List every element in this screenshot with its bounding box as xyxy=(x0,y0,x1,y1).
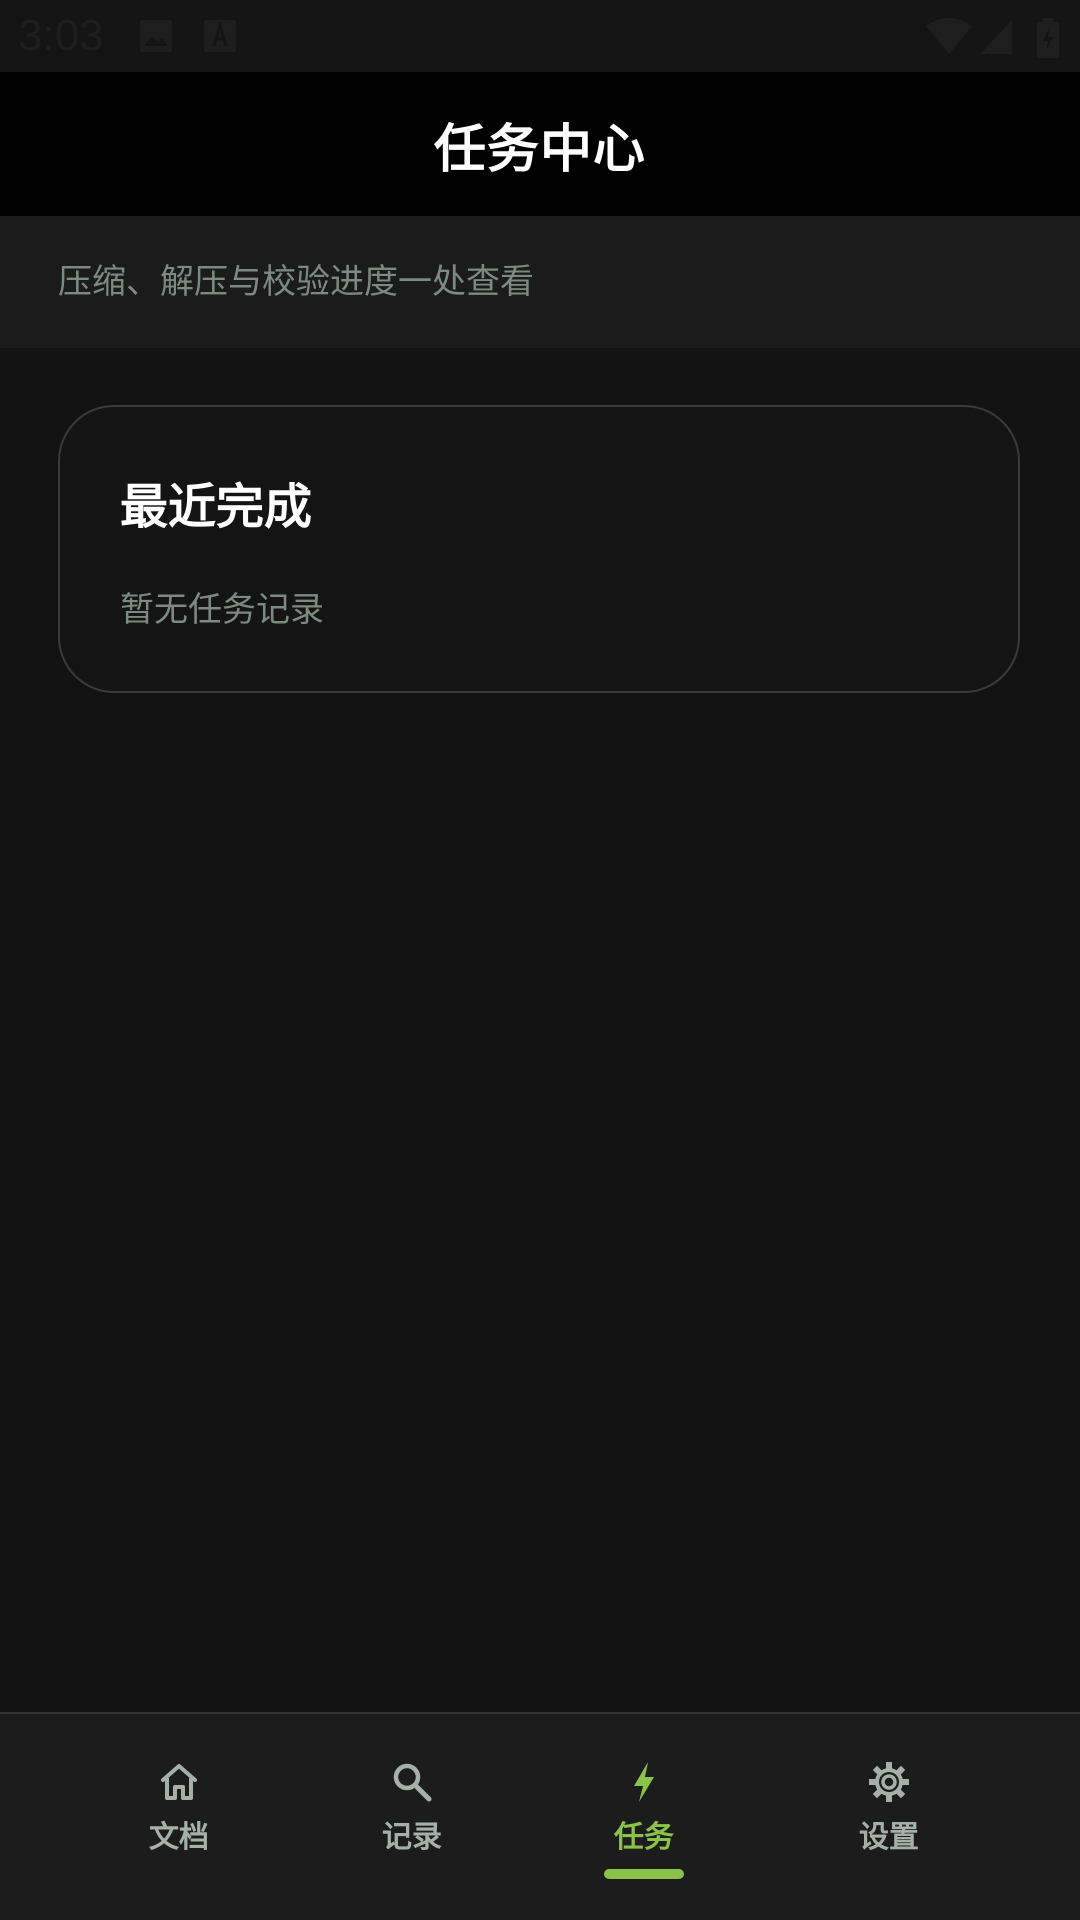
battery-icon xyxy=(1036,18,1060,62)
bottom-navigation: 文档 记录 任务 设置 xyxy=(0,1712,1080,1920)
gear-icon xyxy=(867,1760,911,1804)
nav-label-records: 记录 xyxy=(382,1820,442,1855)
page-subtitle: 压缩、解压与校验进度一处查看 xyxy=(58,262,534,302)
active-tab-indicator xyxy=(604,1869,684,1879)
nav-item-documents[interactable]: 文档 xyxy=(79,1714,279,1920)
nav-item-settings[interactable]: 设置 xyxy=(789,1714,989,1920)
nav-label-settings: 设置 xyxy=(859,1820,919,1855)
recent-tasks-card: 最近完成 暂无任务记录 xyxy=(58,405,1020,693)
card-title: 最近完成 xyxy=(120,479,313,535)
status-bar: 3:03 xyxy=(0,0,1080,72)
a-badge-icon xyxy=(202,18,238,58)
wifi-icon xyxy=(924,18,974,60)
home-icon xyxy=(157,1760,201,1804)
nav-label-documents: 文档 xyxy=(149,1820,209,1855)
empty-state-text: 暂无任务记录 xyxy=(120,590,324,630)
nav-label-tasks: 任务 xyxy=(614,1820,674,1855)
nav-item-tasks[interactable]: 任务 xyxy=(544,1714,744,1920)
bolt-icon xyxy=(622,1760,666,1804)
subtitle-band: 压缩、解压与校验进度一处查看 xyxy=(0,216,1080,348)
status-time: 3:03 xyxy=(18,11,104,60)
image-icon xyxy=(138,18,174,58)
signal-icon xyxy=(978,18,1014,60)
search-icon xyxy=(390,1760,434,1804)
page-title: 任务中心 xyxy=(433,119,646,180)
app-bar: 任务中心 xyxy=(0,72,1080,216)
nav-item-records[interactable]: 记录 xyxy=(312,1714,512,1920)
